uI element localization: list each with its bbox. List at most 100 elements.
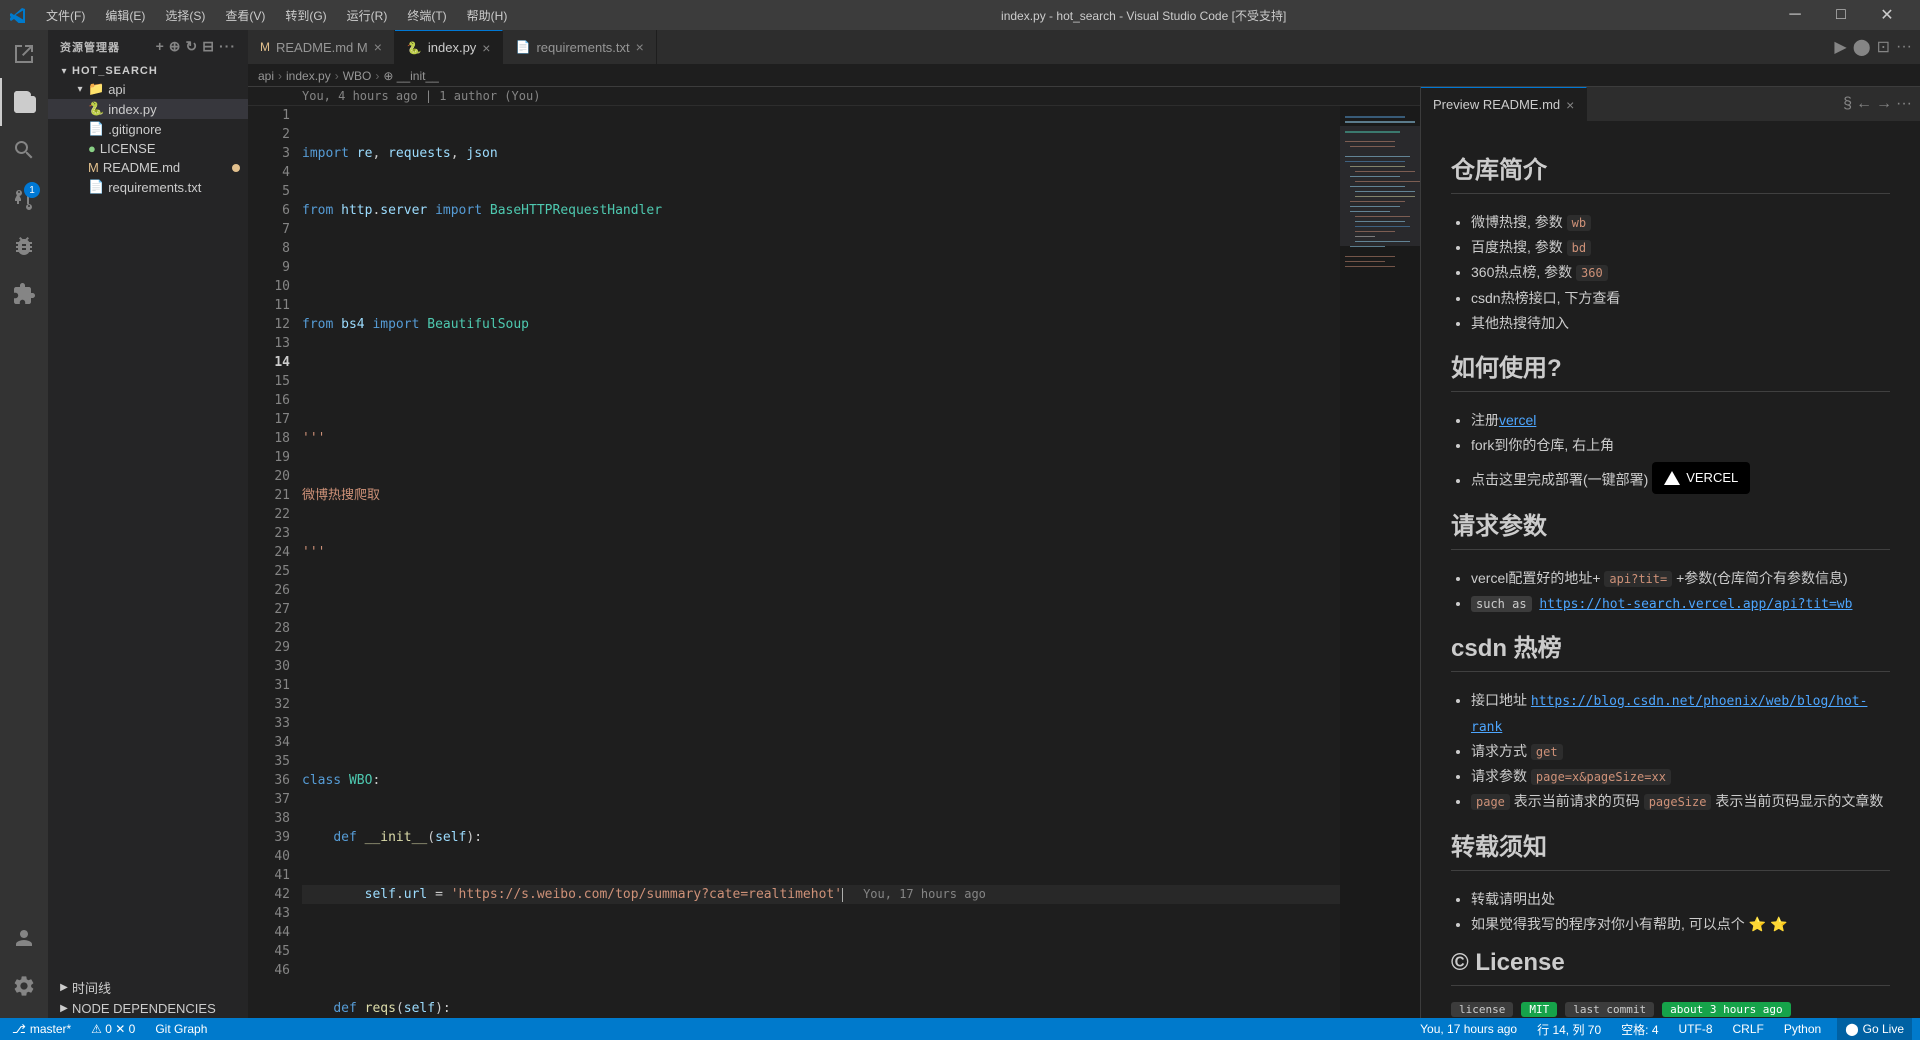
get-code: get [1531,744,1563,760]
preview-howto-list: 注册vercel fork到你的仓库, 右上角 点击这里完成部署(一键部署) V… [1451,408,1890,494]
preview-intro-item1: 微博热搜, 参数 wb [1471,210,1890,235]
breadcrumb: api › index.py › WBO › ⊕ __init__ [248,65,1920,87]
preview-content[interactable]: 仓库简介 微博热搜, 参数 wb 百度热搜, 参数 bd 360热点榜, 参数 … [1421,122,1920,1018]
preview-csdn-item2: 请求方式 get [1471,739,1890,764]
git-graph-label: Git Graph [155,1022,207,1036]
menu-edit[interactable]: 编辑(E) [97,5,153,26]
activity-debug[interactable] [0,222,48,270]
modified-indicator [232,164,240,172]
activity-search[interactable] [0,126,48,174]
menu-run[interactable]: 运行(R) [339,5,396,26]
breadcrumb-wbo[interactable]: WBO [343,69,372,83]
editor-split: You, 4 hours ago | 1 author (You) 12345 … [248,87,1920,1018]
breadcrumb-api[interactable]: api [258,69,274,83]
menu-select[interactable]: 选择(S) [157,5,213,26]
activity-settings[interactable] [0,962,48,1010]
run-icon[interactable]: ▶ [1834,37,1846,57]
csdn-url[interactable]: https://blog.csdn.net/phoenix/web/blog/h… [1471,694,1867,734]
preview-tab[interactable]: Preview README.md × [1421,87,1587,121]
collapse-icon[interactable]: ⊟ [202,38,215,55]
folder-api-label: api [108,82,125,97]
tree-file-readme[interactable]: M README.md [48,158,248,177]
encoding-status[interactable]: UTF-8 [1675,1018,1717,1040]
more-actions-icon[interactable]: ··· [219,38,236,55]
maximize-button[interactable]: □ [1818,0,1864,30]
status-bar: ⎇ master* ⚠ 0 ✕ 0 Git Graph You, 17 hour… [0,1018,1920,1040]
menu-terminal[interactable]: 终端(T) [399,5,454,26]
go-live-label: Go Live [1863,1022,1904,1036]
close-preview-tab[interactable]: × [1566,97,1574,113]
breadcrumb-sep1: › [278,69,282,83]
code-content: 12345 678910 1112131415 1617181920 21222… [248,106,1420,1018]
license-badge: license [1451,1002,1513,1017]
req-tab-icon: 📄 [515,40,530,54]
debug-icon[interactable]: ⬤ [1853,37,1871,57]
window-controls: ─ □ ✕ [1772,0,1910,30]
minimap-content [1340,106,1420,806]
indent-status[interactable]: 空格: 4 [1617,1018,1662,1040]
preview-params-list: vercel配置好的地址+ api?tit= +参数(仓库简介有参数信息) su… [1451,566,1890,617]
activity-account[interactable] [0,914,48,962]
minimap[interactable] [1340,106,1420,1018]
such-as-url[interactable]: https://hot-search.vercel.app/api?tit=wb [1539,597,1852,612]
cursor-position-label: 行 14, 列 70 [1537,1021,1601,1038]
language-status[interactable]: Python [1780,1018,1825,1040]
sidebar-header-icons: + ⊕ ↻ ⊟ ··· [156,38,236,55]
folder-icon: 📁 [88,81,104,97]
eol-status[interactable]: CRLF [1729,1018,1768,1040]
menu-view[interactable]: 查看(V) [217,5,273,26]
tree-file-gitignore[interactable]: 📄 .gitignore [48,119,248,139]
breadcrumb-init[interactable]: ⊕ __init__ [383,69,438,83]
tree-root[interactable]: ▾ HOT_SEARCH [48,63,248,79]
vercel-deploy-badge[interactable]: VERCEL [1652,462,1750,493]
menu-help[interactable]: 帮助(H) [459,5,516,26]
activity-source-control[interactable]: 1 [0,174,48,222]
go-live-status[interactable]: ⬤ Go Live [1837,1018,1912,1040]
tree-folder-api[interactable]: ▾ 📁 api [48,79,248,99]
close-index-tab[interactable]: × [482,40,490,56]
preview-intro-item4: csdn热榜接口, 下方查看 [1471,286,1890,311]
more-icon[interactable]: ··· [1896,38,1912,56]
activity-extensions[interactable] [0,270,48,318]
errors-warnings-status[interactable]: ⚠ 0 ✕ 0 [87,1018,139,1040]
preview-scroll-icon[interactable]: § [1843,95,1852,113]
activity-files[interactable] [0,78,48,126]
vercel-link[interactable]: vercel [1499,412,1536,428]
close-req-tab[interactable]: × [636,39,644,55]
menu-file[interactable]: 文件(F) [38,5,93,26]
git-graph-status[interactable]: Git Graph [151,1018,211,1040]
close-readme-tab[interactable]: × [374,39,382,55]
minimize-button[interactable]: ─ [1772,0,1818,30]
split-icon[interactable]: ⊡ [1877,37,1890,57]
status-bar-left: ⎇ master* ⚠ 0 ✕ 0 Git Graph [8,1018,211,1040]
blame-status[interactable]: You, 17 hours ago [1416,1018,1521,1040]
preview-csdn-item4: page 表示当前请求的页码 pageSize 表示当前页码显示的文章数 [1471,789,1890,814]
node-deps-section[interactable]: ▶ NODE DEPENDENCIES [48,999,248,1018]
cursor-position-status[interactable]: 行 14, 列 70 [1533,1018,1605,1040]
code-editor[interactable]: You, 4 hours ago | 1 author (You) 12345 … [248,87,1420,1018]
360-code: 360 [1576,265,1608,281]
timeline-section[interactable]: ▶ 时间线 [48,976,248,999]
preview-params-title: 请求参数 [1451,506,1890,550]
pagesize-code: pageSize [1644,794,1712,810]
preview-panel: Preview README.md × § ← → ··· 仓库简介 [1420,87,1920,1018]
file-gitignore-label: .gitignore [108,122,161,137]
new-folder-icon[interactable]: ⊕ [169,38,182,55]
inline-blame: You, 17 hours ago [863,887,986,901]
close-button[interactable]: ✕ [1864,0,1910,30]
git-branch-status[interactable]: ⎇ master* [8,1018,75,1040]
tab-readme[interactable]: M README.md M × [248,30,395,64]
tab-requirements[interactable]: 📄 requirements.txt × [503,30,656,64]
tab-index-py[interactable]: 🐍 index.py × [395,30,504,64]
activity-explorer[interactable] [0,30,48,78]
new-file-icon[interactable]: + [156,38,165,55]
preview-more-icon[interactable]: ··· [1896,95,1912,113]
tree-file-requirements[interactable]: 📄 requirements.txt [48,177,248,197]
preview-forward-icon[interactable]: → [1876,95,1892,113]
preview-back-icon[interactable]: ← [1856,95,1872,113]
tree-file-index-py[interactable]: 🐍 index.py [48,99,248,119]
refresh-icon[interactable]: ↻ [186,38,199,55]
menu-goto[interactable]: 转到(G) [277,5,334,26]
tree-file-license[interactable]: ● LICENSE [48,139,248,158]
breadcrumb-indexpy[interactable]: index.py [286,69,331,83]
